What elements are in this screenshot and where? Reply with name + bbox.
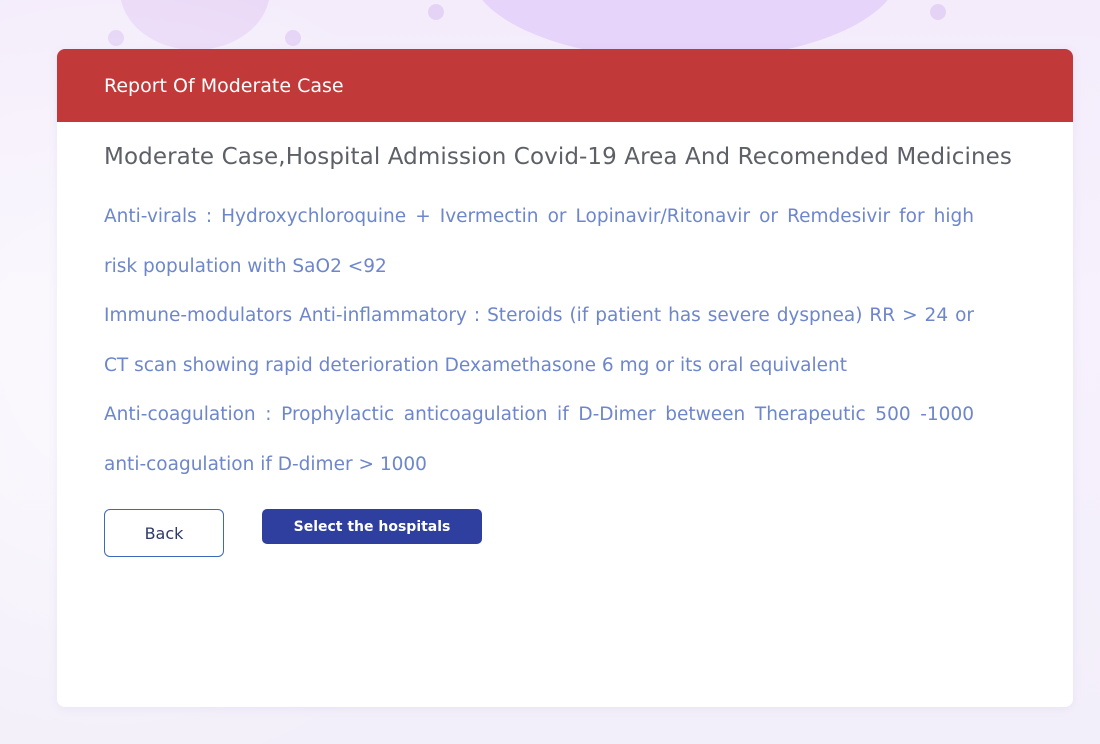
anti-coagulation-text: Anti-coagulation : Prophylactic anticoag… [104,404,974,475]
virus-illustration [120,0,270,50]
card-header-title: Report Of Moderate Case [104,74,344,97]
report-card: Report Of Moderate Case Moderate Case,Ho… [57,49,1073,707]
immune-modulators-text: Immune-modulators Anti-inflammatory : St… [104,305,974,376]
select-hospitals-button[interactable]: Select the hospitals [262,509,482,544]
virus-spike [285,30,301,46]
virus-spike [930,4,946,20]
action-buttons: Back Select the hospitals [104,509,1026,557]
report-heading: Moderate Case,Hospital Admission Covid-1… [104,144,1012,170]
virus-spike [428,4,444,20]
back-button[interactable]: Back [104,509,224,557]
card-header: Report Of Moderate Case [57,49,1073,122]
anti-virals-text: Anti-virals : Hydroxychloroquine + Iverm… [104,206,974,277]
medicine-list: Anti-virals : Hydroxychloroquine + Iverm… [104,192,974,489]
virus-spike [108,30,124,46]
card-body: Moderate Case,Hospital Admission Covid-1… [57,122,1073,557]
